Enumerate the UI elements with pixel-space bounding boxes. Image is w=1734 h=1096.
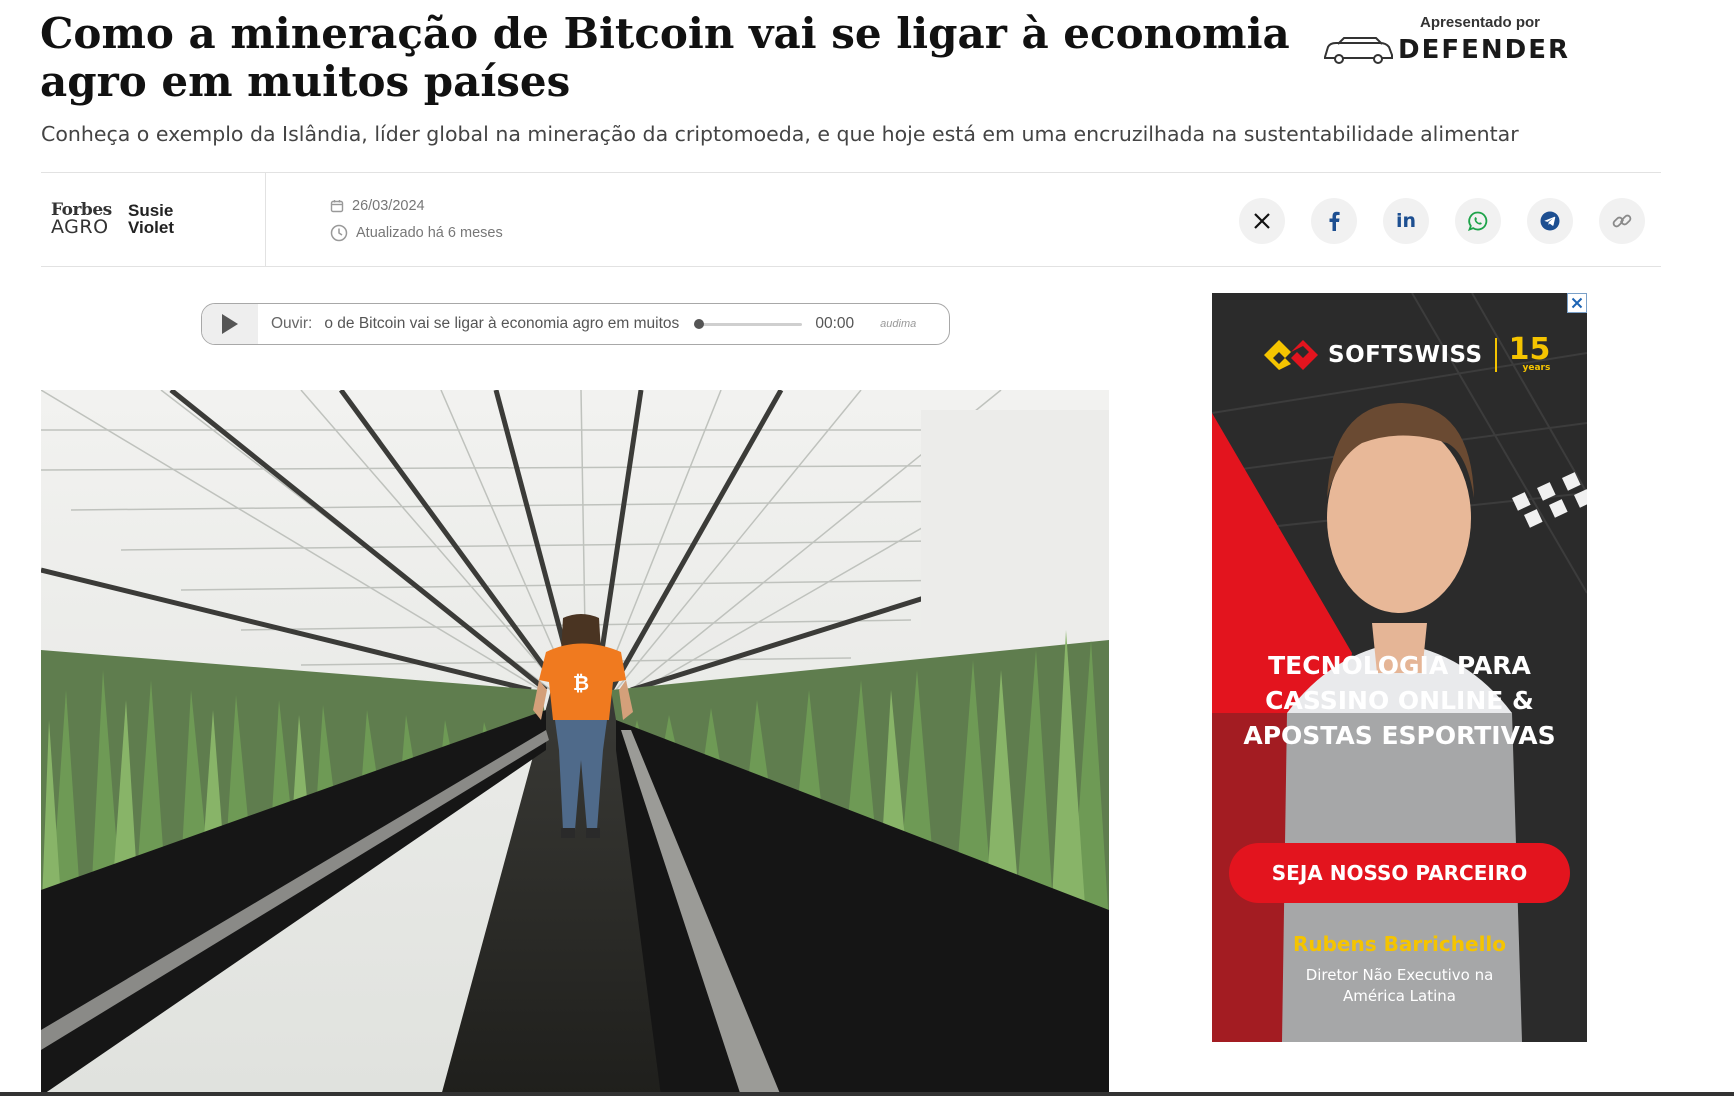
- audio-player: Ouvir: o de Bitcoin vai se ligar à econo…: [201, 303, 950, 345]
- sponsor-name: DEFENDER: [1398, 35, 1570, 65]
- audima-logo: audima: [880, 318, 917, 330]
- share-telegram-button[interactable]: [1527, 198, 1573, 244]
- ad-person-name: Rubens Barrichello: [1292, 932, 1507, 956]
- seek-track: [694, 323, 803, 326]
- article-subtitle: Conheça o exemplo da Islândia, líder glo…: [41, 122, 1519, 146]
- forbes-agro-logo[interactable]: Forbes AGRO: [51, 202, 113, 238]
- share-facebook-button[interactable]: [1311, 198, 1357, 244]
- copy-link-button[interactable]: [1599, 198, 1645, 244]
- playback-time: 00:00: [815, 315, 855, 332]
- ad-headline-line-2: CASSINO ONLINE &: [1265, 686, 1534, 715]
- advertisement[interactable]: TECNOLOGIA PARA CASSINO ONLINE & APOSTAS…: [1212, 293, 1587, 1042]
- ad-close-button[interactable]: [1567, 293, 1587, 313]
- author-name[interactable]: Susie Violet: [128, 202, 174, 236]
- article-hero-image: ₿: [41, 390, 1109, 1096]
- ad-person-role-line-2: América Latina: [1343, 987, 1456, 1005]
- seek-handle[interactable]: [694, 319, 705, 329]
- article-headline: Como a mineração de Bitcoin vai se ligar…: [40, 9, 1290, 106]
- brand-line-2: AGRO: [51, 216, 109, 238]
- listen-label: Ouvir:: [271, 315, 313, 332]
- clock-icon: [330, 224, 348, 242]
- updated-text: Atualizado há 6 meses: [356, 225, 503, 241]
- share-linkedin-button[interactable]: in: [1383, 198, 1429, 244]
- divider: [265, 173, 266, 266]
- linkedin-icon: in: [1395, 210, 1417, 232]
- softswiss-logo: SOFTSWISS 15 years: [1262, 335, 1551, 373]
- x-icon: [1254, 213, 1270, 229]
- publish-date-text: 26/03/2024: [352, 198, 425, 214]
- divider: [41, 266, 1661, 267]
- ad-headline-line-3: APOSTAS ESPORTIVAS: [1243, 721, 1556, 750]
- author-first-name: Susie: [128, 201, 174, 220]
- link-icon: [1612, 214, 1632, 228]
- updated-info: Atualizado há 6 meses: [330, 224, 503, 242]
- sponsor-logo[interactable]: DEFENDER: [1322, 30, 1622, 70]
- divider: [41, 172, 1661, 173]
- seek-slider[interactable]: [694, 318, 803, 330]
- sponsor-caption: Apresentado por: [1419, 14, 1540, 31]
- anniversary-badge: 15 years: [1509, 335, 1551, 373]
- facebook-icon: [1329, 211, 1340, 231]
- softswiss-name: SOFTSWISS: [1328, 341, 1483, 368]
- whatsapp-icon: [1468, 211, 1488, 231]
- softswiss-mark-icon: [1264, 339, 1318, 370]
- share-x-button[interactable]: [1239, 198, 1285, 244]
- ad-cta-button[interactable]: SEJA NOSSO PARCEIRO: [1229, 843, 1570, 903]
- logo-divider: [1494, 337, 1497, 372]
- ad-person-role-line-1: Diretor Não Executivo na: [1305, 966, 1494, 984]
- anniversary-number: 15: [1508, 332, 1551, 367]
- page-bottom-bar: [0, 1092, 1734, 1096]
- play-button[interactable]: [202, 304, 258, 344]
- shirt-bitcoin-mark: ₿: [573, 671, 589, 695]
- share-whatsapp-button[interactable]: [1455, 198, 1501, 244]
- track-title: o de Bitcoin vai se ligar à economia agr…: [324, 315, 680, 332]
- telegram-icon: [1540, 211, 1560, 231]
- author-last-name: Violet: [128, 218, 174, 237]
- ad-headline-line-1: TECNOLOGIA PARA: [1268, 651, 1531, 680]
- play-icon: [222, 314, 238, 334]
- close-icon: [1571, 297, 1583, 309]
- car-icon: [1324, 37, 1393, 64]
- calendar-icon: [330, 200, 344, 213]
- publish-date: 26/03/2024: [330, 198, 425, 214]
